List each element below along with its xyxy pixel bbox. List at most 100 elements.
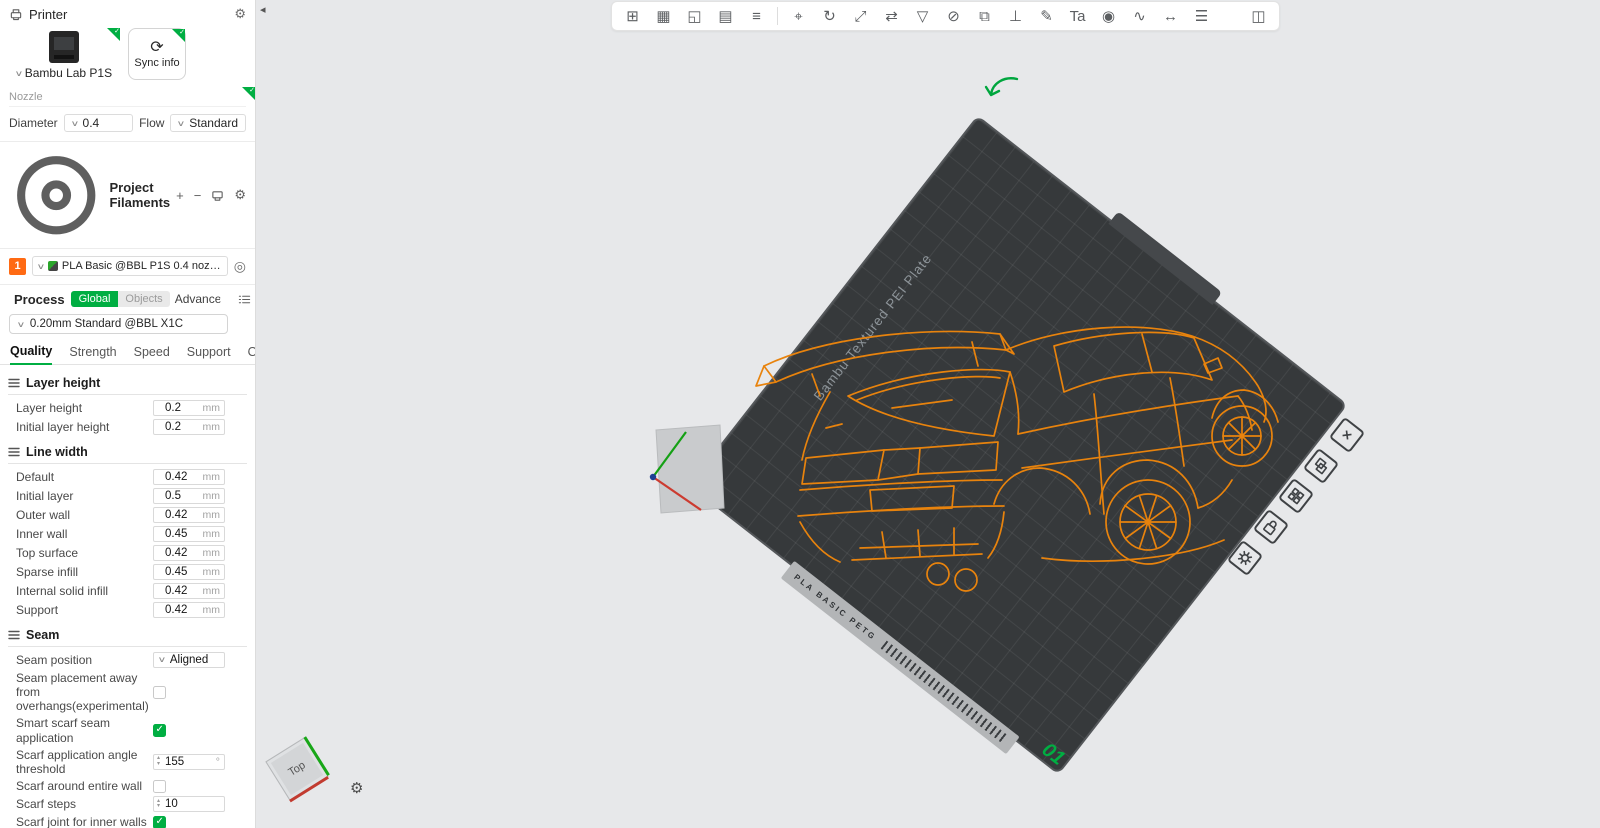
setting-row: Scarf joint for inner walls [0,814,255,828]
filament-slot-badge[interactable]: 1 [9,258,26,275]
setting-checkbox[interactable] [153,780,166,793]
chevron-down-icon: ∨ [70,119,79,128]
assembly-view-icon[interactable]: ◫ [1244,4,1273,28]
preset-row: ∨ 0.20mm Standard @BBL X1C [0,311,255,341]
setting-label: Top surface [16,546,153,560]
scale-icon[interactable]: ⤢ [846,4,875,28]
printer-select[interactable]: ∨Bambu Lab P1S [8,28,120,80]
process-scope-objects[interactable]: Objects [118,291,169,307]
cut-icon[interactable]: ⊘ [939,4,968,28]
setting-input[interactable]: 0.42mm [153,469,225,485]
add-icon[interactable]: ⊞ [618,4,647,28]
setting-unit: mm [203,585,221,597]
plate-flip-arrow-icon[interactable] [984,74,1022,102]
setting-row: Top surface0.42mm [0,543,255,562]
setting-row: Support0.42mm [0,600,255,619]
setting-checkbox[interactable] [153,816,166,828]
main-toolbar: ⊞▦◱▤≡ ⌖↻⤢⇄▽⊘⧉⊥✎Ta◉∿↔☰ ◫ [611,1,1280,31]
setting-select[interactable]: ∨Aligned [153,652,225,668]
setting-unit: mm [203,471,221,483]
flow-select[interactable]: ∨Standard [170,114,246,132]
setting-label: Internal solid infill [16,584,153,598]
tab-strength[interactable]: Strength [69,345,116,364]
setting-input[interactable]: 0.42mm [153,507,225,523]
mesh-boolean-icon[interactable]: ⧉ [970,4,999,28]
process-scope-global[interactable]: Global [71,291,119,307]
setting-input[interactable]: 0.45mm [153,526,225,542]
setting-value: Aligned [170,654,208,666]
setting-row: Default0.42mm [0,467,255,486]
spinner-arrows-icon[interactable]: ▴▾ [157,756,160,767]
setting-row: Smart scarf seam application [0,715,255,746]
sync-ams-icon[interactable] [211,189,224,202]
setting-unit: mm [203,528,221,540]
printer-icon [9,8,23,21]
auto-orient-icon[interactable]: ◱ [680,4,709,28]
setting-input[interactable]: 0.5mm [153,488,225,504]
setting-spinner[interactable]: ▴▾ 10 [153,796,225,812]
filament-select[interactable]: ∨ PLA Basic @BBL P1S 0.4 nozzle - 60heat… [32,256,228,276]
setting-row: Scarf application angle threshold▴▾155° [0,746,255,777]
chevron-down-icon: ∨ [37,262,46,271]
setting-row: Sparse infill0.45mm [0,562,255,581]
setting-input[interactable]: 0.2mm [153,419,225,435]
add-filament-icon[interactable]: + [176,188,184,203]
variable-layer-height-icon[interactable]: ☰ [1187,4,1216,28]
chevron-down-icon: ∨ [17,320,26,329]
viewport-settings-icon[interactable]: ⚙ [350,779,363,797]
preset-name: 0.20mm Standard @BBL X1C [30,318,183,330]
setting-spinner[interactable]: ▴▾155° [153,754,225,770]
printer-settings-icon[interactable]: ⚙ [234,6,246,22]
mirror-icon[interactable]: ⇄ [877,4,906,28]
process-tabs: Quality Strength Speed Support Others [0,341,255,365]
setting-input[interactable]: 0.2mm [153,400,225,416]
setting-input[interactable]: 0.42mm [153,583,225,599]
process-header: Process Global Objects Advanced [0,284,255,311]
filament-settings-icon[interactable]: ⚙ [234,187,246,203]
tab-others[interactable]: Others [248,345,256,364]
add-plate-icon[interactable]: ▦ [649,4,678,28]
collapse-sidebar-icon[interactable]: ◂ [260,3,266,16]
view-cube[interactable]: Top [265,737,328,800]
sync-info-button[interactable]: ⟳ Sync info [128,28,186,80]
tab-support[interactable]: Support [187,345,231,364]
rotate-icon[interactable]: ↻ [815,4,844,28]
setting-input[interactable]: 0.42mm [153,602,225,618]
arrange-icon[interactable]: ▤ [711,4,740,28]
model-car-wireframe[interactable] [742,308,1282,608]
setting-input[interactable]: 0.45mm [153,564,225,580]
viewport-3d[interactable]: ◂ ⊞▦◱▤≡⌖↻⤢⇄▽⊘⧉⊥✎Ta◉∿↔☰◫ Bambu Textured P… [256,0,1600,828]
split-to-objects-icon[interactable]: ≡ [742,4,771,28]
text-icon[interactable]: Ta [1063,4,1092,28]
filaments-header: Project Filaments + − ⚙ [0,142,255,249]
support-paint-icon[interactable]: ⊥ [1001,4,1030,28]
setting-checkbox[interactable] [153,724,166,737]
lay-flat-icon[interactable]: ▽ [908,4,937,28]
preset-select[interactable]: ∨ 0.20mm Standard @BBL X1C [9,314,228,334]
flow-label: Flow [139,116,164,130]
color-paint-icon[interactable]: ✎ [1032,4,1061,28]
plate-number: 01 [1037,739,1069,771]
spinner-arrows-icon[interactable]: ▴▾ [157,799,160,810]
remove-filament-icon[interactable]: − [194,188,202,203]
setting-input[interactable]: 0.42mm [153,545,225,561]
close-plate-button[interactable]: × [1329,417,1365,453]
seam-paint-icon[interactable]: ◉ [1094,4,1123,28]
sketch-icon[interactable]: ∿ [1125,4,1154,28]
setting-label: Inner wall [16,527,153,541]
setting-unit: mm [203,566,221,578]
setting-checkbox[interactable] [153,686,166,699]
sync-info-label: Sync info [134,57,179,69]
filament-row: 1 ∨ PLA Basic @BBL P1S 0.4 nozzle - 60he… [0,249,255,284]
move-icon[interactable]: ⌖ [784,4,813,28]
process-list-icon[interactable] [238,293,251,306]
nozzle-diameter-select[interactable]: ∨0.4 [64,114,133,132]
edit-filament-icon[interactable]: ◎ [234,258,246,275]
nozzle-section: Nozzle Diameter ∨0.4 Flow ∨Standard [0,87,255,142]
section-icon [8,446,20,458]
chevron-down-icon: ∨ [16,69,23,78]
tab-speed[interactable]: Speed [134,345,170,364]
measure-icon[interactable]: ↔ [1156,4,1185,28]
setting-value: 10 [165,798,178,810]
tab-quality[interactable]: Quality [10,344,52,365]
